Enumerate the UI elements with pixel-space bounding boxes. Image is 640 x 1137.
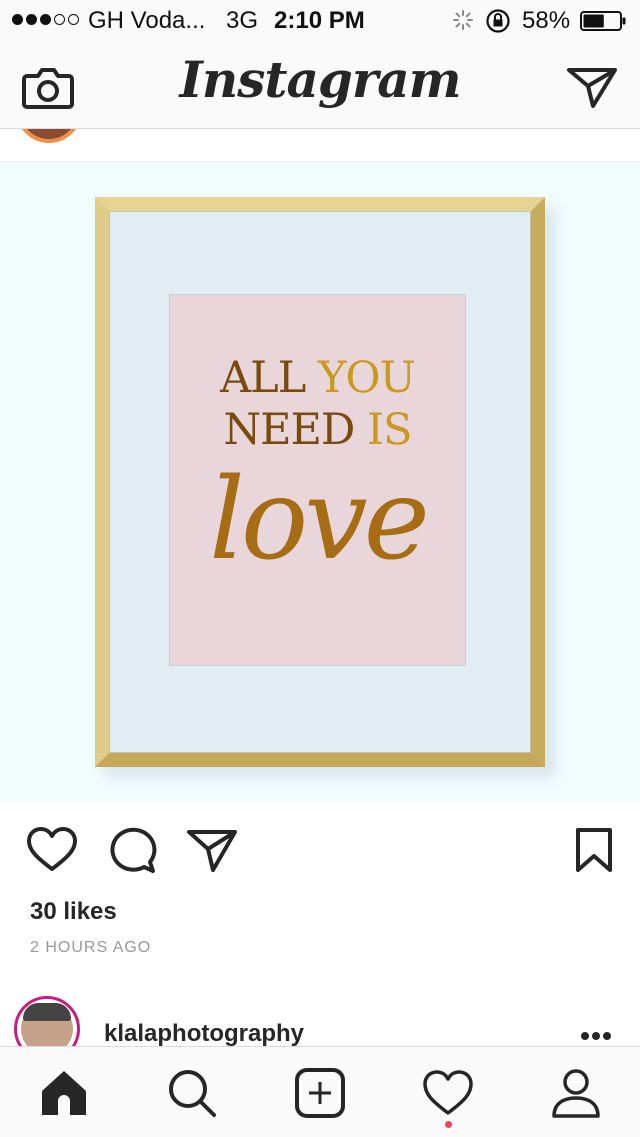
search-icon[interactable] — [166, 1067, 218, 1119]
carrier-name: GH Voda... — [88, 7, 206, 34]
profile-icon[interactable] — [550, 1067, 602, 1119]
artwork-script-word: love — [209, 455, 430, 585]
status-bar: GH Voda... 3G 2:10 PM 58% — [0, 0, 640, 40]
network-activity-icon — [453, 10, 473, 30]
previous-post-footer — [0, 129, 640, 162]
artwork-line-2: NEED IS — [170, 405, 465, 455]
network-type: 3G — [226, 7, 259, 34]
notification-dot — [445, 1121, 452, 1128]
bookmark-icon[interactable] — [572, 826, 616, 874]
comment-icon[interactable] — [106, 826, 158, 874]
post-timestamp: 2 HOURS AGO — [30, 939, 152, 956]
add-post-icon[interactable] — [294, 1067, 346, 1119]
likes-count[interactable]: 30 likes — [30, 898, 117, 926]
battery-icon — [580, 11, 626, 31]
top-navigation-bar: Instagram — [0, 40, 640, 129]
activity-heart-icon[interactable] — [422, 1067, 474, 1119]
home-icon[interactable] — [38, 1067, 90, 1119]
direct-message-icon[interactable] — [566, 64, 618, 110]
more-icon[interactable] — [580, 1030, 612, 1042]
artwork-line-1: ALL YOU — [170, 353, 465, 403]
avatar[interactable] — [16, 129, 82, 143]
bottom-tab-bar — [0, 1046, 640, 1137]
heart-icon[interactable] — [26, 826, 78, 874]
signal-strength-icon — [12, 14, 79, 25]
instagram-logo: Instagram — [179, 50, 462, 109]
share-icon[interactable] — [186, 826, 238, 874]
artwork-word: YOU — [317, 353, 416, 403]
artwork-word: NEED — [223, 405, 368, 455]
rotation-lock-icon — [486, 9, 510, 33]
status-time: 2:10 PM — [274, 7, 365, 34]
battery-percent: 58% — [522, 7, 571, 34]
artwork-word: ALL — [220, 353, 318, 403]
artwork-print: ALL YOU NEED IS love — [170, 295, 465, 665]
post-username[interactable]: klalaphotography — [104, 1020, 304, 1048]
artwork-word: IS — [367, 405, 412, 455]
